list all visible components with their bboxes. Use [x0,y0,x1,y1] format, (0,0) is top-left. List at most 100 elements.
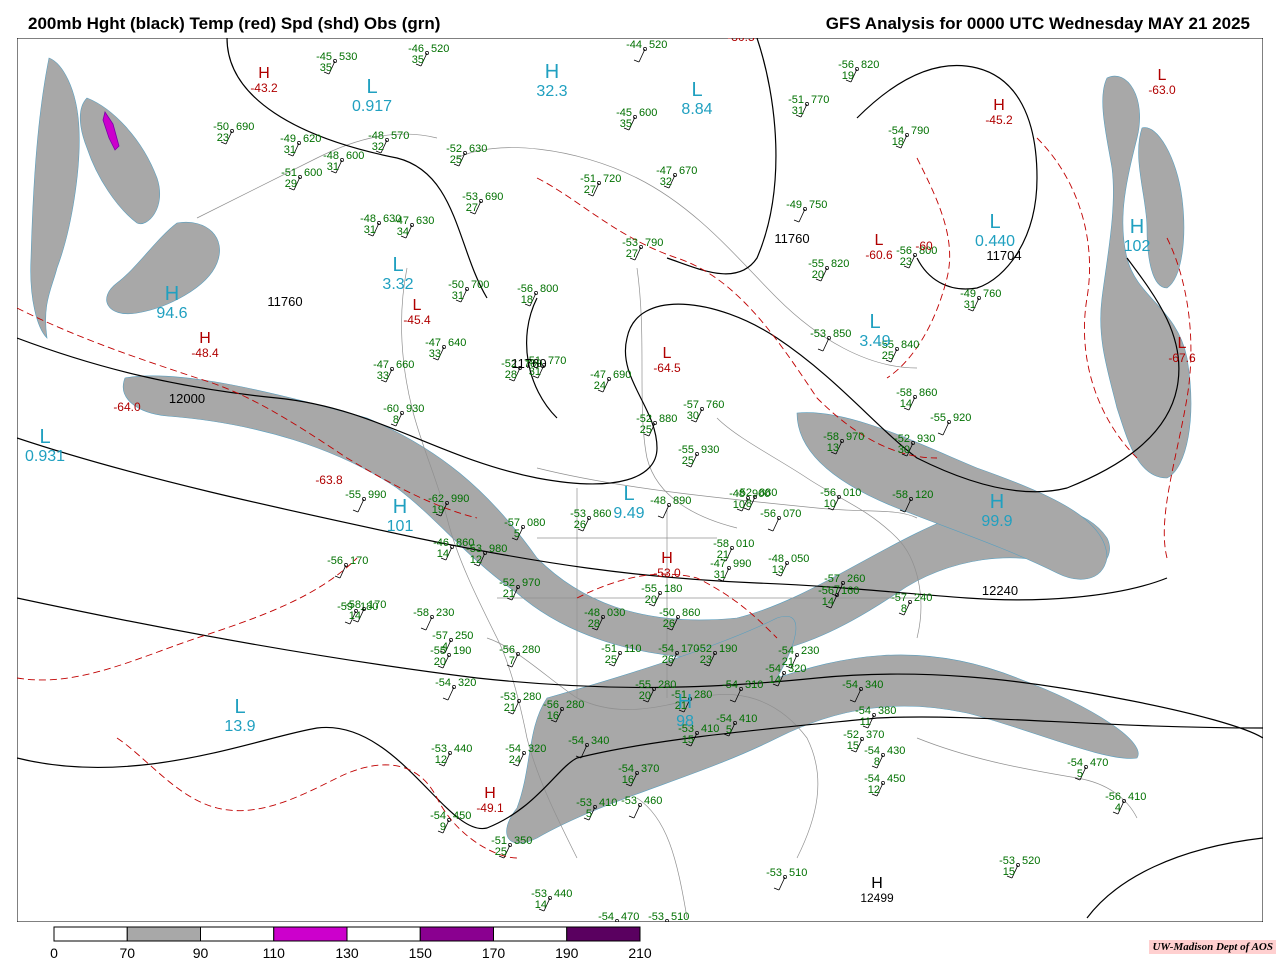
obs-height: 050 [791,553,809,565]
obs-height: 260 [847,573,865,585]
obs-temperature: -56 [760,508,776,520]
obs-temperature: -58 [892,489,908,501]
obs-dewpoint-depression: 25 [450,154,462,166]
center-letter: L [392,254,403,276]
legend-tick-label: 110 [263,945,286,960]
obs-dewpoint-depression: 31 [284,144,296,156]
obs-dewpoint-depression: 24 [594,380,606,392]
obs-dewpoint-depression: 11 [860,716,871,728]
obs-height: 980 [489,543,507,555]
center-value: -64.5 [653,361,681,375]
obs-dewpoint-depression: 13 [772,564,784,576]
obs-temperature: -54 [568,735,584,747]
obs-height: 520 [1022,855,1040,867]
center-value: 13.9 [224,718,255,735]
obs-height: 240 [914,592,932,604]
obs-dewpoint-depression: 13 [827,442,839,454]
center-value: -48.4 [191,346,219,360]
obs-height: 760 [983,288,1001,300]
obs-height: 520 [649,39,667,51]
obs-dewpoint-depression: 27 [584,184,596,196]
center-letter: L [875,232,884,249]
obs-height: 700 [471,279,489,291]
obs-dewpoint-depression: 32 [372,141,384,153]
legend-tick-label: 210 [628,945,652,960]
obs-dewpoint-depression: 20 [812,269,824,281]
obs-height: 320 [788,663,806,675]
center-letter: L [623,483,634,505]
obs-dewpoint-depression: 31 [364,224,376,236]
obs-dewpoint-depression: 14 [437,548,449,560]
obs-dewpoint-depression: 32 [660,176,672,188]
center-letter: L [989,211,1000,233]
center-value: -43.2 [250,81,278,95]
legend-swatch [419,926,494,942]
obs-height: 250 [455,630,473,642]
obs-height: 790 [911,125,929,137]
legend-tick-label: 170 [482,945,506,960]
obs-height: 970 [846,431,864,443]
center-letter: H [393,496,407,518]
center-value: 32.3 [536,83,567,100]
obs-height: 860 [593,508,611,520]
obs-temperature: -54 [842,679,858,691]
legend-swatch [566,926,641,942]
obs-height: 280 [566,699,584,711]
center-letter: H [993,97,1005,114]
wind-speed-legend: 0 70 90 110 130 150 170 190 210 [50,926,652,960]
obs-height: 600 [346,150,364,162]
center-value: -67.6 [1168,351,1196,365]
obs-height: 340 [591,735,609,747]
center-value: 98 [676,713,694,730]
obs-height: 570 [391,130,409,142]
center-value: 102 [1124,238,1151,255]
height-contour-label: 12240 [982,583,1018,598]
obs-height: 690 [236,121,254,133]
obs-dewpoint-depression: 20 [645,594,657,606]
obs-dewpoint-depression: 16 [622,774,634,786]
obs-height: 320 [458,677,476,689]
obs-height: 690 [613,369,631,381]
obs-temperature: -53 [810,328,826,340]
legend-swatch [273,926,348,942]
obs-dewpoint-depression: 23 [900,256,912,268]
center-letter: L [234,696,245,718]
obs-dewpoint-depression: 34 [397,226,409,238]
obs-height: 600 [639,107,657,119]
obs-dewpoint-depression: 35 [412,54,424,66]
obs-dewpoint-depression: 31 [792,105,804,117]
center-value: 0.917 [352,98,392,115]
obs-dewpoint-depression: 25 [605,654,617,666]
obs-height: 170 [368,599,386,611]
weather-map: -45 53035-46 52035-44 520-56 82019-50 69023 -4… [17,38,1263,922]
obs-dewpoint-depression: 15 [847,740,859,752]
obs-dewpoint-depression: 10 [824,498,836,510]
height-contour-label: 11760 [774,231,809,246]
obs-height: 520 [431,43,449,55]
obs-height: 990 [368,489,386,501]
obs-height: 450 [453,810,471,822]
obs-height: 010 [736,538,754,550]
obs-dewpoint-depression: 25 [682,455,694,467]
obs-dewpoint-depression: 23 [217,132,229,144]
obs-height: 630 [469,143,487,155]
obs-dewpoint-depression: 26 [662,654,674,666]
obs-height: 440 [454,743,472,755]
obs-dewpoint-depression: 25 [495,846,507,858]
obs-height: 930 [406,403,424,415]
obs-dewpoint-depression: 35 [320,62,332,74]
obs-height: 230 [801,645,819,657]
obs-dewpoint-depression: 21 [503,588,515,600]
center-value: 99.9 [981,513,1012,530]
obs-height: 750 [809,199,827,211]
obs-height: 080 [527,517,545,529]
center-value: 0.440 [975,233,1015,250]
center-letter: L [1158,67,1167,84]
obs-dewpoint-depression: 33 [429,348,441,360]
obs-dewpoint-depression: 24 [509,754,521,766]
credit-label: UW-Madison Dept of AOS [1149,940,1276,954]
obs-height: 800 [540,283,558,295]
obs-dewpoint-depression: 8 [746,498,752,510]
obs-dewpoint-depression: 30 [687,410,699,422]
legend-tick-label: 190 [555,945,579,960]
